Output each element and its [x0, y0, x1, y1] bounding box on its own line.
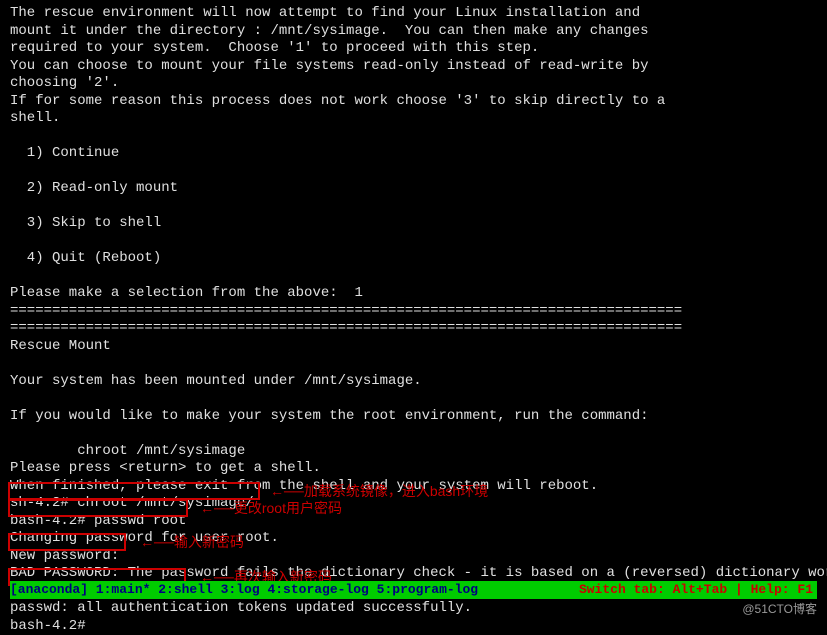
option-continue[interactable]: 1) Continue	[10, 145, 817, 163]
intro-line: shell.	[10, 110, 817, 128]
mounted-msg: Your system has been mounted under /mnt/…	[10, 373, 817, 391]
passwd-success: passwd: all authentication tokens update…	[10, 600, 817, 618]
blank-line	[10, 425, 817, 443]
status-help: Switch tab: Alt+Tab | Help: F1	[579, 582, 817, 598]
blank-line	[10, 233, 817, 251]
watermark: @51CTO博客	[742, 602, 817, 617]
press-return: Please press <return> to get a shell.	[10, 460, 817, 478]
chroot-cmd: chroot /mnt/sysimage	[10, 443, 817, 461]
intro-line: choosing '2'.	[10, 75, 817, 93]
terminal-output: The rescue environment will now attempt …	[10, 5, 817, 635]
intro-line: If for some reason this process does not…	[10, 93, 817, 111]
separator: ========================================…	[10, 320, 817, 338]
annotation-newpwd: ←──输入新密码	[140, 534, 244, 552]
blank-line	[10, 268, 817, 286]
intro-line: You can choose to mount your file system…	[10, 58, 817, 76]
blank-line	[10, 355, 817, 373]
option-quit[interactable]: 4) Quit (Reboot)	[10, 250, 817, 268]
selection-prompt[interactable]: Please make a selection from the above: …	[10, 285, 817, 303]
annotation-passwd: ←──更改root用户密码	[200, 500, 342, 518]
new-password[interactable]: New password:	[10, 548, 817, 566]
shell-passwd[interactable]: bash-4.2# passwd root	[10, 513, 817, 531]
blank-line	[10, 198, 817, 216]
blank-line	[10, 163, 817, 181]
root-env-msg: If you would like to make your system th…	[10, 408, 817, 426]
status-bar: [anaconda] 1:main* 2:shell 3:log 4:stora…	[10, 581, 817, 599]
status-tabs[interactable]: [anaconda] 1:main* 2:shell 3:log 4:stora…	[10, 582, 478, 597]
intro-line: The rescue environment will now attempt …	[10, 5, 817, 23]
blank-line	[10, 128, 817, 146]
rescue-title: Rescue Mount	[10, 338, 817, 356]
option-readonly[interactable]: 2) Read-only mount	[10, 180, 817, 198]
separator: ========================================…	[10, 303, 817, 321]
annotation-chroot: ←──加载系统镜像，进入bash环境	[270, 483, 488, 501]
intro-line: required to your system. Choose '1' to p…	[10, 40, 817, 58]
option-skip[interactable]: 3) Skip to shell	[10, 215, 817, 233]
blank-line	[10, 390, 817, 408]
intro-line: mount it under the directory : /mnt/sysi…	[10, 23, 817, 41]
shell-prompt[interactable]: bash-4.2#	[10, 618, 817, 635]
changing-pwd: Changing password for user root.	[10, 530, 817, 548]
